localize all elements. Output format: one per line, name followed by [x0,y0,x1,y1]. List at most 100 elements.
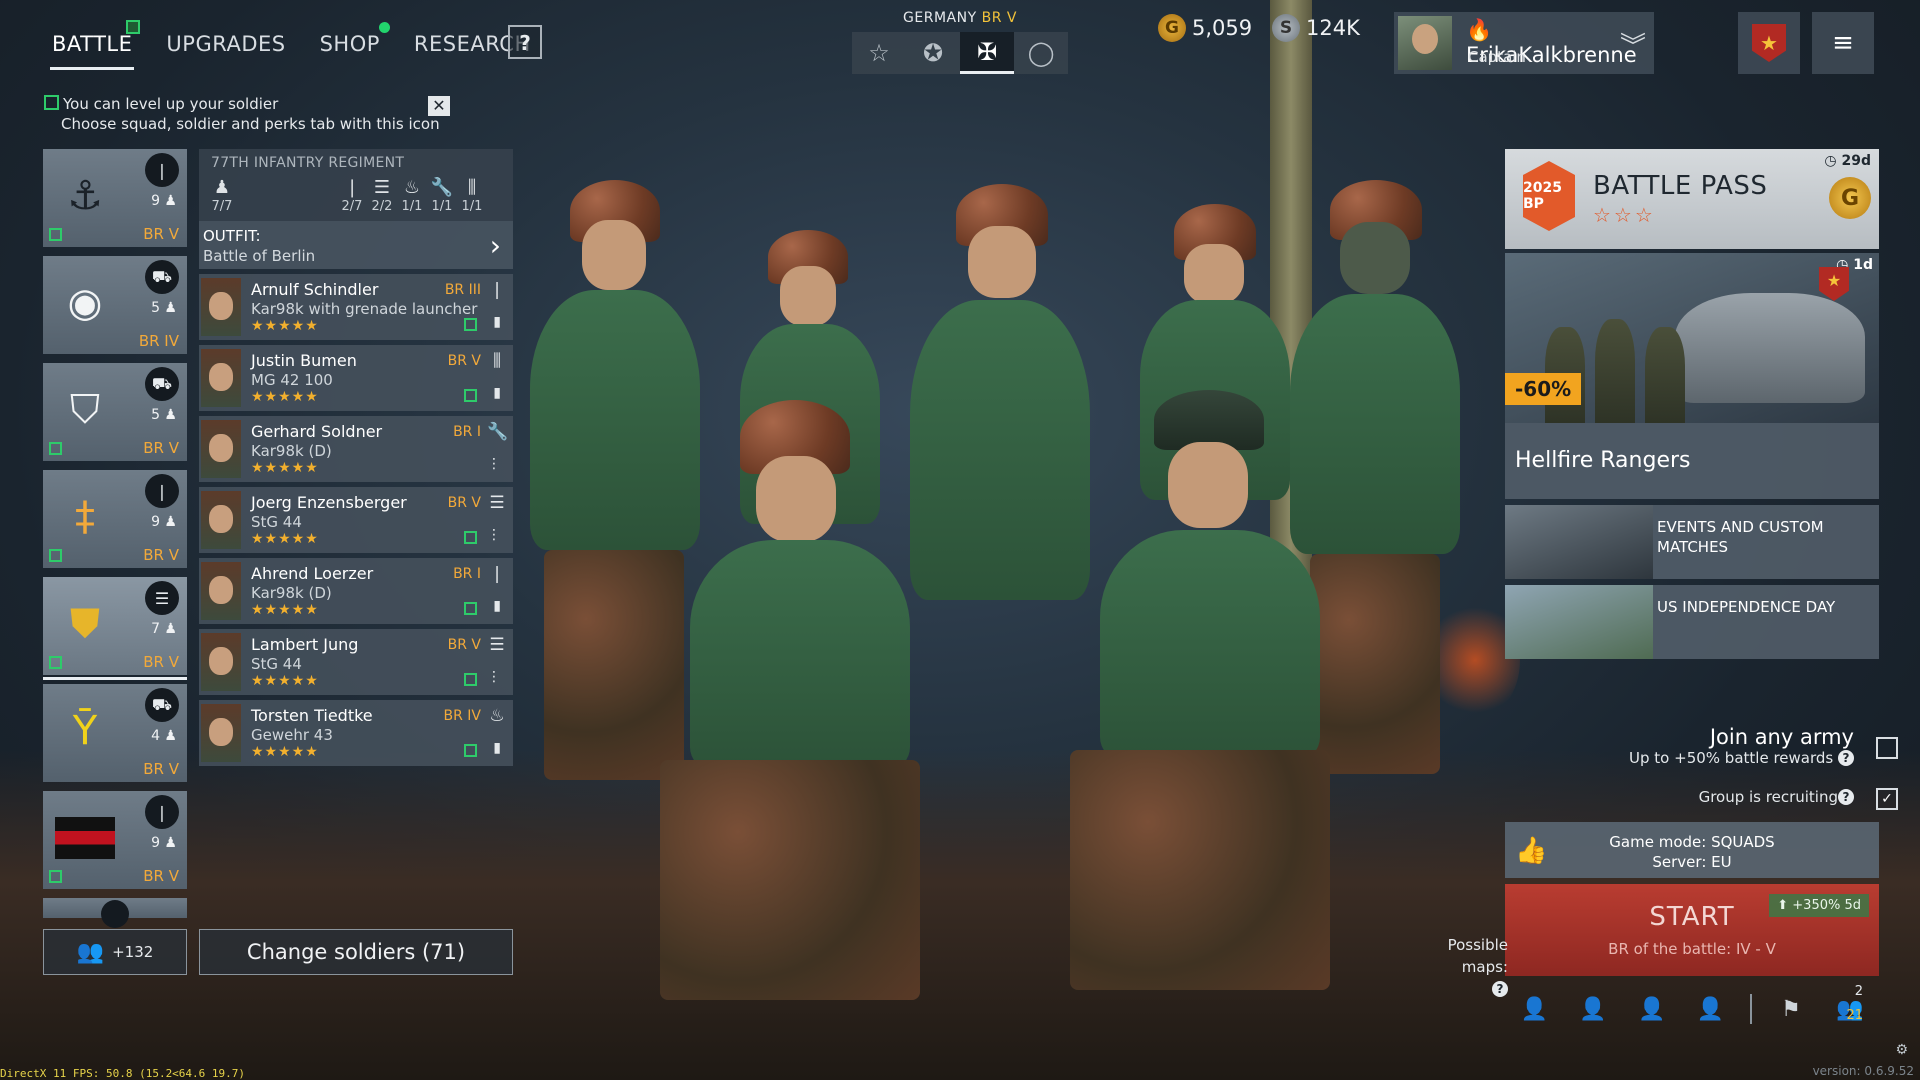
ammo-icon: ⋮ [487,456,501,472]
events-card[interactable]: EVENTS AND CUSTOM MATCHES [1505,505,1879,579]
notification-badge [126,20,141,34]
squad-card[interactable]: ⛉ ⛟ 5 ♟ BR V [43,363,187,461]
rifle-icon: ❘ [489,564,505,584]
gold-balance[interactable]: G 5,059 [1158,14,1252,42]
player-rank: Captain [1468,48,1526,66]
soldier-name: Justin Bumen [251,351,357,370]
squad-count: 5 ♟ [151,300,177,316]
group-recruiting: Group is recruiting? [1699,788,1854,806]
perk-square-icon [49,549,62,562]
hint-line-2: Choose squad, soldier and perks tab with… [61,115,440,133]
squad-card[interactable]: ◉ ⛟ 5 ♟ BR IV [43,256,187,354]
tab-shop[interactable]: SHOP [308,22,392,68]
soldier-weapon: Kar98k (D) [251,584,332,602]
squad-card-selected[interactable]: ⛊ ☰ 7 ♟ BR V [43,577,187,680]
squad-count: 7 ♟ [151,621,177,637]
gold-amount: 5,059 [1192,16,1253,40]
rifle-icon: ❘ [145,474,179,508]
squad-br: BR V [143,225,179,243]
squad-card[interactable]: Ȳ ⛟ 4 ♟ BR V [43,684,187,782]
army-icon-row: ☆ ✪ ✠ ◯ [852,32,1068,74]
battle-br-label: BR of the battle: IV - V [1608,940,1776,958]
silver-amount: 124K [1306,16,1360,40]
squad-count: 4 ♟ [151,728,177,744]
soldier-stars: ★★★★★ [251,602,319,618]
add-player-icon[interactable]: 👤 [1564,997,1623,1022]
stat-flame: ♨ 1/1 [397,177,427,214]
join-any-army-checkbox[interactable] [1876,737,1898,759]
soldier-weapon: Kar98k (D) [251,442,332,460]
server-label: Server: EU [1652,853,1732,871]
soldier-stars: ★★★★★ [251,318,319,334]
achievements-button[interactable]: ★ [1738,12,1800,74]
close-hint-button[interactable]: ✕ [428,96,450,116]
player-profile[interactable]: 🔥ErikaKalkbrenne Captain ︾ [1394,12,1654,74]
ammo-icon: ▮ [493,385,501,401]
friends-button[interactable]: 👥 +132 [43,929,187,975]
soldier-row[interactable]: Lambert Jung StG 44 ★★★★★ BR V ☰ ⋮ [199,629,513,695]
chevron-right-icon: › [489,229,501,262]
group-requests: 21 [1846,1008,1863,1023]
battle-pass-card[interactable]: 2025 BP BATTLE PASS ☆☆☆ ◷ 29d G [1505,149,1879,249]
tab-battle[interactable]: BATTLE [40,20,144,70]
flag-icon[interactable]: ⚑ [1762,997,1821,1022]
add-player-icon[interactable]: 👤 [1622,997,1681,1022]
soldier-portrait [201,349,241,407]
soldier-row[interactable]: Arnulf Schindler Kar98k with grenade lau… [199,274,513,340]
soldier-name: Gerhard Soldner [251,422,383,441]
rifle-icon: ❘ [145,795,179,829]
medal-star-icon: ★ [1819,267,1849,301]
promo-banner[interactable]: -60% ◷ 1d ★ [1505,253,1879,423]
tab-upgrades[interactable]: UPGRADES [154,22,297,68]
soldier-name: Joerg Enzensberger [251,493,407,512]
outfit-selector[interactable]: OUTFIT: Battle of Berlin › [199,221,513,269]
us-independence-card[interactable]: US INDEPENDENCE DAY [1505,585,1879,659]
tab-label: UPGRADES [166,32,286,56]
start-button[interactable]: START BR of the battle: IV - V ⬆ +350% 5… [1505,884,1879,976]
notification-dot [378,22,390,33]
star-circle-icon[interactable]: ✪ [906,32,960,74]
squad-detail: 77TH INFANTRY REGIMENT ♟ 7/7 ❘ 2/7 ☰ 2/2 ♨ 1… [199,149,513,766]
group-recruiting-checkbox[interactable]: ✓ [1876,788,1898,810]
hamburger-icon: ≡ [1832,28,1854,58]
soldier-row[interactable]: Ahrend Loerzer Kar98k (D) ★★★★★ BR I ❘ ▮ [199,558,513,624]
soldier-row[interactable]: Justin Bumen MG 42 100 ★★★★★ BR V ⫼ ▮ [199,345,513,411]
soldier-row[interactable]: Torsten Tiedtke Gewehr 43 ★★★★★ BR IV ♨ … [199,700,513,766]
squad-card[interactable]: ❘ 9 ♟ BR V [43,791,187,889]
possible-maps[interactable]: Possible maps: ? [1428,934,1508,1000]
question-icon[interactable]: ? [1838,789,1854,805]
yew-rune-emblem-icon: Ȳ [72,708,98,754]
star-outline-icon[interactable]: ☆ [852,32,906,74]
change-soldiers-button[interactable]: Change soldiers (71) [199,929,513,975]
soldier-name: Lambert Jung [251,635,359,654]
settings-gear-icon[interactable]: ⚙ [1895,1042,1908,1058]
question-icon[interactable]: ? [1838,750,1854,766]
soldier-name: Torsten Tiedtke [251,706,373,725]
ammo-icon: ▮ [493,314,501,330]
game-mode-panel[interactable]: 👍 Game mode: SQUADS Server: EU [1505,822,1879,878]
main-nav: BATTLE UPGRADES SHOP RESEARCH [40,20,553,70]
wrench-icon: 🔧 [430,177,454,198]
soldier-br: BR I [453,424,481,440]
silver-balance[interactable]: S 124K [1272,14,1360,42]
rank-chevrons-icon: ︾ [1619,32,1646,62]
promo-name[interactable]: Hellfire Rangers [1505,423,1879,499]
add-player-icon[interactable]: 👤 [1681,997,1740,1022]
soldier-name: Ahrend Loerzer [251,564,374,583]
perk-square-icon [464,318,477,331]
add-player-icon[interactable]: 👤 [1505,997,1564,1022]
army-title: GERMANY BR V [852,10,1068,26]
squad-card[interactable]: ⚓ ❘ 9 ♟ BR V [43,149,187,247]
divider [1749,994,1752,1024]
perk-square-icon [44,95,59,110]
soldier-row[interactable]: Gerhard Soldner Kar98k (D) ★★★★★ BR I 🔧 … [199,416,513,482]
perk-square-icon [464,602,477,615]
circle-icon[interactable]: ◯ [1014,32,1068,74]
squad-list-more[interactable] [43,898,187,928]
menu-button[interactable]: ≡ [1812,12,1874,74]
soldier-name: Arnulf Schindler [251,280,379,299]
soldier-row[interactable]: Joerg Enzensberger StG 44 ★★★★★ BR V ☰ ⋮ [199,487,513,553]
squad-card[interactable]: ‡ ❘ 9 ♟ BR V [43,470,187,568]
help-button[interactable]: ? [508,25,542,59]
iron-cross-icon[interactable]: ✠ [960,32,1014,74]
